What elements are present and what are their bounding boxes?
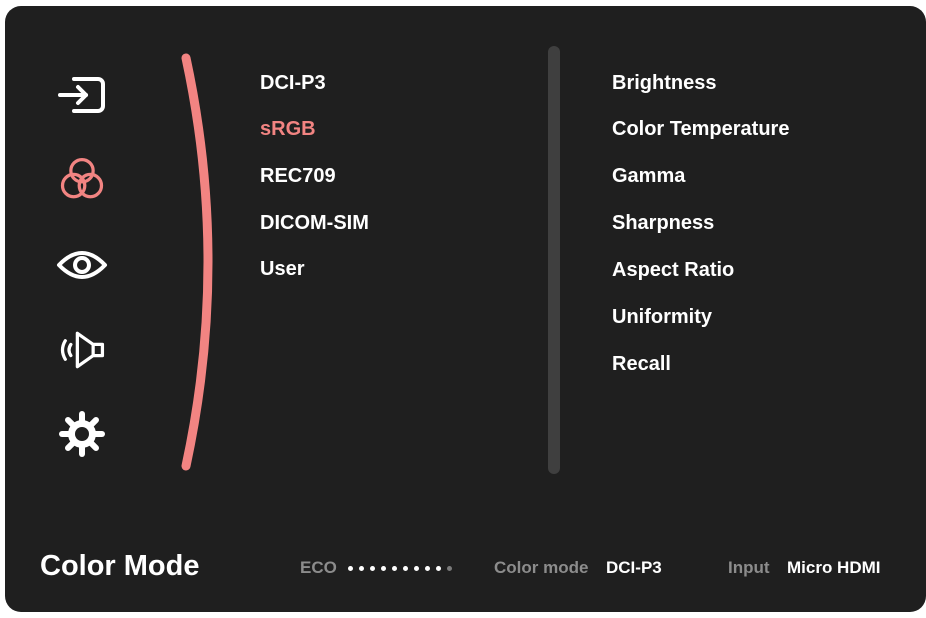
eco-dot — [348, 565, 353, 571]
eco-dot — [392, 565, 397, 571]
submenu-item-sharpness[interactable]: Sharpness — [612, 212, 714, 235]
eco-level-indicator — [348, 564, 452, 572]
page-title: Color Mode — [40, 550, 200, 582]
submenu-item-color-temperature[interactable]: Color Temperature — [612, 118, 789, 141]
eco-dot — [436, 565, 441, 571]
menu-item-srgb[interactable]: sRGB — [260, 118, 316, 141]
eco-dot — [414, 565, 419, 571]
input-icon[interactable] — [56, 69, 108, 121]
eco-dot — [447, 565, 452, 571]
submenu-item-aspect-ratio[interactable]: Aspect Ratio — [612, 259, 734, 282]
eco-dot — [381, 565, 386, 571]
eco-dot — [370, 565, 375, 571]
audio-icon[interactable] — [56, 324, 108, 376]
submenu-item-brightness[interactable]: Brightness — [612, 72, 716, 95]
menu-item-user[interactable]: User — [260, 258, 304, 281]
eco-dot — [403, 565, 408, 571]
selection-arc — [181, 53, 213, 471]
eco-label: ECO — [300, 558, 337, 577]
settings-icon[interactable] — [56, 408, 108, 460]
eye-icon[interactable] — [56, 239, 108, 291]
color-mode-label: Color mode — [494, 558, 589, 577]
menu-divider — [548, 46, 560, 474]
osd-panel — [5, 6, 926, 612]
input-label: Input — [728, 558, 770, 577]
menu-item-dicom-sim[interactable]: DICOM-SIM — [260, 212, 369, 235]
submenu-item-uniformity[interactable]: Uniformity — [612, 306, 712, 329]
input-value: Micro HDMI — [787, 558, 881, 577]
eco-dot — [425, 565, 430, 571]
menu-item-rec709[interactable]: REC709 — [260, 165, 336, 188]
color-mode-value: DCI-P3 — [606, 558, 662, 577]
menu-item-dci-p3[interactable]: DCI-P3 — [260, 72, 326, 95]
color-icon[interactable] — [56, 154, 108, 206]
eco-dot — [359, 565, 364, 571]
submenu-item-gamma[interactable]: Gamma — [612, 165, 685, 188]
submenu-item-recall[interactable]: Recall — [612, 353, 671, 376]
